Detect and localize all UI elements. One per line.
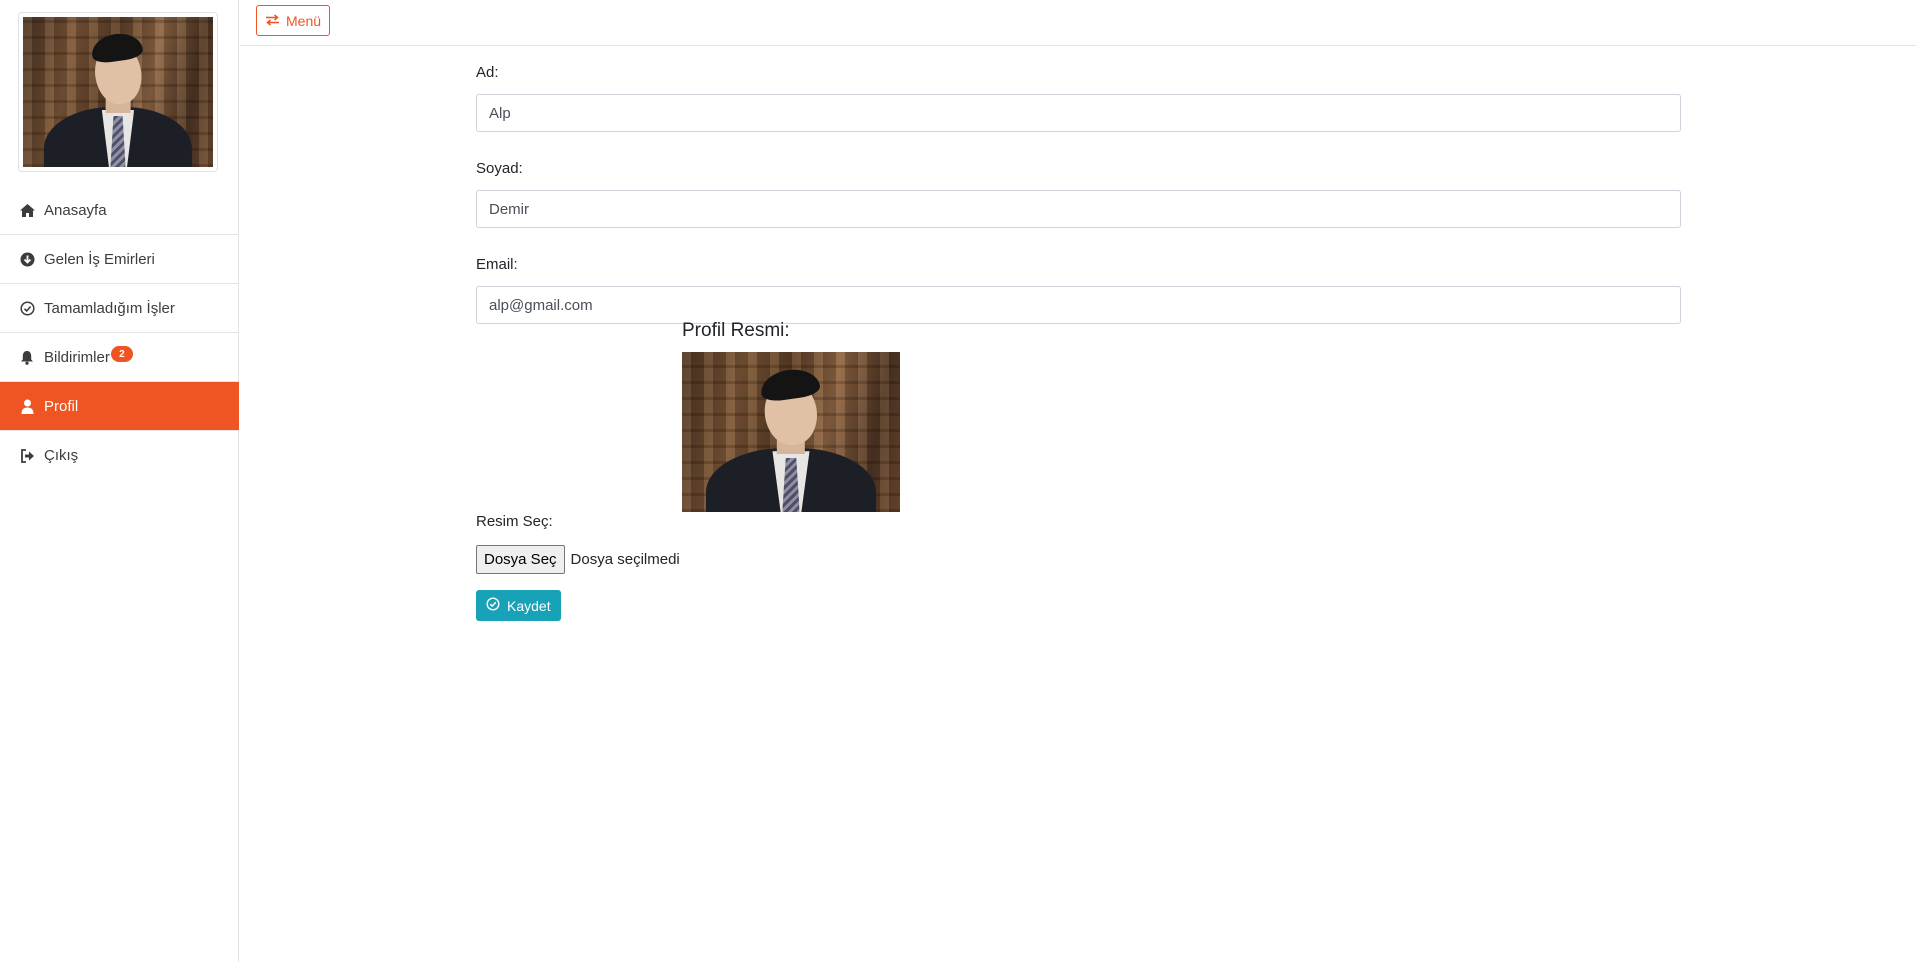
sidebar-item-label: Profil [44,397,79,415]
profile-form: Ad: Soyad: Email: [476,62,1681,350]
last-name-label: Soyad: [476,160,523,177]
top-bar: Menü [240,0,1916,46]
sidebar-item-cikis[interactable]: Çıkış [0,431,239,480]
sidebar-item-bildirimler[interactable]: Bildirimler 2 [0,333,239,382]
bell-icon [18,348,36,366]
sidebar-item-anasayfa[interactable]: Anasayfa [0,186,239,235]
arrow-circle-down-icon [18,250,36,268]
exchange-arrows-icon [265,13,280,29]
sidebar-item-label: Bildirimler [44,348,110,366]
last-name-field[interactable] [476,190,1681,228]
sidebar-item-profil[interactable]: Profil [0,382,239,431]
sidebar: Anasayfa Gelen İş Emirleri Tamamladığım … [0,0,239,962]
sidebar-item-gelen-is-emirleri[interactable]: Gelen İş Emirleri [0,235,239,284]
save-button[interactable]: Kaydet [476,590,561,621]
check-circle-icon [18,299,36,317]
sidebar-item-label: Çıkış [44,447,79,464]
user-icon [18,397,36,415]
sidebar-item-label: Gelen İş Emirleri [44,250,155,268]
choose-image-label: Resim Seç: [476,513,553,530]
email-field[interactable] [476,286,1681,324]
avatar-photo [23,17,213,167]
menu-toggle-label: Menü [286,12,322,29]
sidebar-item-tamamladigim-isler[interactable]: Tamamladığım İşler [0,284,239,333]
home-icon [18,201,36,219]
choose-file-button[interactable]: Dosya Seç [476,545,565,574]
menu-toggle-button[interactable]: Menü [256,5,331,36]
file-input: Dosya Seç Dosya seçilmedi [476,545,680,574]
sidebar-item-label: Anasayfa [44,201,107,219]
sidebar-avatar [18,12,218,172]
check-circle-icon [486,597,500,614]
profile-picture-title: Profil Resmi: [682,320,790,341]
first-name-field[interactable] [476,94,1681,132]
sidebar-item-label: Tamamladığım İşler [44,299,175,317]
first-name-label: Ad: [476,64,499,81]
save-button-label: Kaydet [507,597,551,614]
profile-picture [682,352,900,512]
sign-out-icon [18,447,36,465]
file-status-text: Dosya seçilmedi [570,551,680,568]
notification-count-badge: 2 [110,346,133,362]
sidebar-nav: Anasayfa Gelen İş Emirleri Tamamladığım … [0,186,239,480]
email-label: Email: [476,256,518,273]
